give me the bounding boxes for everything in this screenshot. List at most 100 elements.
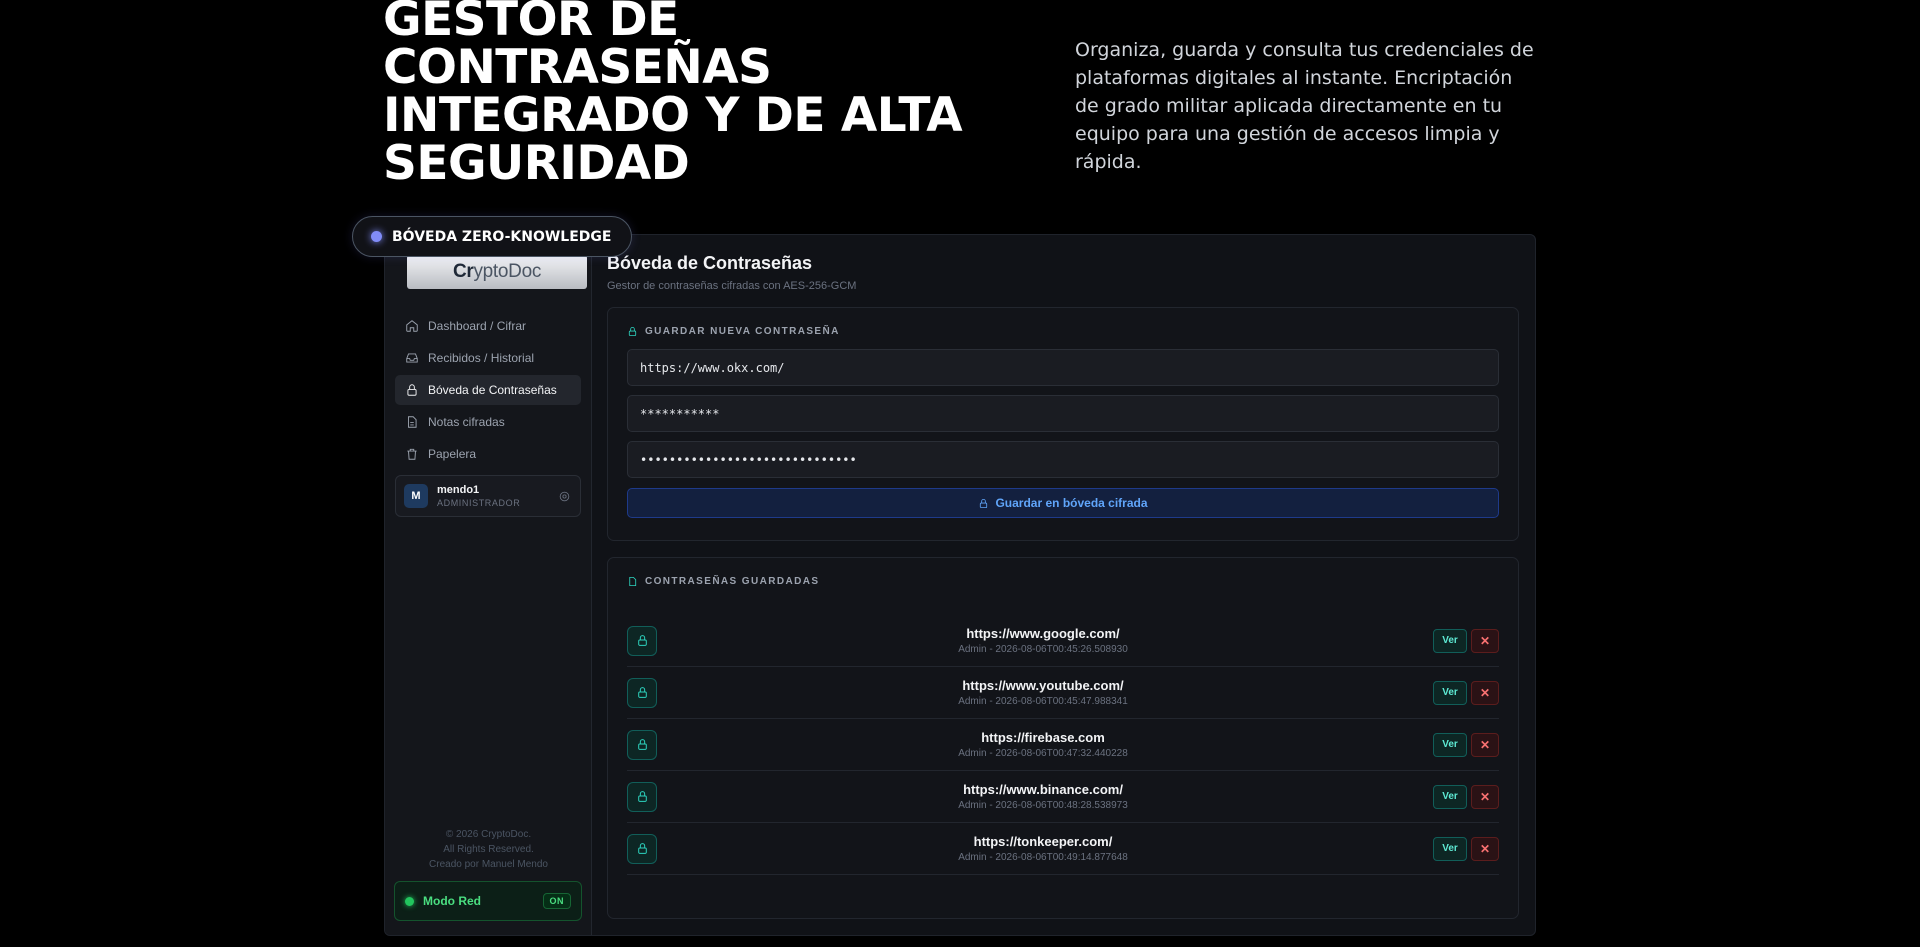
copyright: © 2026 CryptoDoc. All Rights Reserved. C… xyxy=(385,827,592,872)
home-icon xyxy=(406,320,418,332)
trash-icon xyxy=(407,448,417,460)
lock-icon xyxy=(627,833,657,864)
zero-knowledge-badge: BÓVEDA ZERO-KNOWLEDGE xyxy=(352,216,633,257)
entry-text: https://www.youtube.com/ Admin - 2026-08… xyxy=(667,678,1419,707)
copyright-line: All Rights Reserved. xyxy=(443,844,534,855)
settings-icon[interactable] xyxy=(558,490,571,503)
user-info: mendo1 ADMINISTRADOR xyxy=(437,484,520,508)
hero-title: GESTOR DE CONTRASEÑAS INTEGRADO Y DE ALT… xyxy=(383,0,1003,188)
new-password-heading: GUARDAR NUEVA CONTRASEÑA xyxy=(627,326,1499,337)
entry-actions: Ver ✕ xyxy=(1433,732,1499,757)
user-card[interactable]: M mendo1 ADMINISTRADOR xyxy=(395,475,581,517)
inbox-icon xyxy=(406,353,418,363)
avatar: M xyxy=(404,484,428,508)
entry-actions: Ver ✕ xyxy=(1433,628,1499,653)
hero-description: Organiza, guarda y consulta tus credenci… xyxy=(1075,39,1534,173)
password-input[interactable]: •••••••••••••••••••••••••••••• xyxy=(627,441,1499,478)
sidebar-item-vault[interactable]: Bóveda de Contraseñas xyxy=(395,375,581,405)
view-button[interactable]: Ver xyxy=(1433,836,1467,861)
new-password-card: GUARDAR NUEVA CONTRASEÑA https://www.okx… xyxy=(607,307,1519,541)
copyright-line: © 2026 CryptoDoc. xyxy=(445,829,532,840)
lock-icon xyxy=(627,677,657,708)
entry-meta: Admin - 2026-08-06T00:45:26.508930 xyxy=(958,644,1128,655)
entry-url: https://firebase.com xyxy=(981,730,1105,745)
section-heading-label: GUARDAR NUEVA CONTRASEÑA xyxy=(645,326,840,337)
delete-button[interactable]: ✕ xyxy=(1471,784,1499,809)
copyright-line: Creado por Manuel Mendo xyxy=(429,859,548,870)
entry-actions: Ver ✕ xyxy=(1433,784,1499,809)
lock-icon xyxy=(627,729,657,760)
hero-title-line: INTEGRADO Y DE ALTA xyxy=(383,88,963,143)
list-item: https://firebase.com Admin - 2026-08-06T… xyxy=(627,719,1499,771)
entry-url: https://www.google.com/ xyxy=(966,626,1120,641)
logo-rest: yptoDoc xyxy=(473,261,542,282)
saved-passwords-list: https://www.google.com/ Admin - 2026-08-… xyxy=(627,615,1499,875)
list-item: https://www.binance.com/ Admin - 2026-08… xyxy=(627,771,1499,823)
entry-meta: Admin - 2026-08-06T00:45:47.988341 xyxy=(958,696,1128,707)
view-button[interactable]: Ver xyxy=(1433,732,1467,757)
saved-passwords-heading: CONTRASEÑAS GUARDADAS xyxy=(627,576,1499,587)
save-vault-label: Guardar en bóveda cifrada xyxy=(995,496,1148,510)
cryptodoc-logo[interactable]: Cr yptoDoc xyxy=(407,255,587,289)
list-item: https://www.youtube.com/ Admin - 2026-08… xyxy=(627,667,1499,719)
entry-text: https://www.binance.com/ Admin - 2026-08… xyxy=(667,782,1419,811)
lock-icon xyxy=(628,326,637,337)
delete-button[interactable]: ✕ xyxy=(1471,836,1499,861)
sidebar-item-label: Dashboard / Cifrar xyxy=(428,319,527,333)
view-button[interactable]: Ver xyxy=(1433,680,1467,705)
delete-button[interactable]: ✕ xyxy=(1471,732,1499,757)
user-role: ADMINISTRADOR xyxy=(437,498,521,508)
list-item: https://www.google.com/ Admin - 2026-08-… xyxy=(627,615,1499,667)
lock-icon xyxy=(980,498,988,508)
entry-text: https://tonkeeper.com/ Admin - 2026-08-0… xyxy=(667,834,1419,863)
site-url-input[interactable]: https://www.okx.com/ xyxy=(627,349,1499,386)
list-item: https://tonkeeper.com/ Admin - 2026-08-0… xyxy=(627,823,1499,875)
save-vault-button[interactable]: Guardar en bóveda cifrada xyxy=(627,488,1499,518)
lock-icon xyxy=(627,781,657,812)
hero-title-line: SEGURIDAD xyxy=(383,136,690,191)
network-mode-label: Modo Red xyxy=(423,894,481,908)
hero-title-line: CONTRASEÑAS xyxy=(383,40,772,95)
app-window: Cr yptoDoc Dashboard / Cifrar Recibidos /… xyxy=(384,234,1536,936)
sidebar-item-label: Papelera xyxy=(428,447,477,461)
sidebar-item-trash[interactable]: Papelera xyxy=(395,439,581,469)
sidebar-item-label: Bóveda de Contraseñas xyxy=(428,383,557,397)
sidebar: Cr yptoDoc Dashboard / Cifrar Recibidos /… xyxy=(385,235,592,935)
sidebar-item-notes[interactable]: Notas cifradas xyxy=(395,407,581,437)
sidebar-nav: Dashboard / Cifrar Recibidos / Historial… xyxy=(395,311,581,517)
entry-url: https://www.binance.com/ xyxy=(963,782,1123,797)
entry-actions: Ver ✕ xyxy=(1433,680,1499,705)
document-icon xyxy=(408,416,417,428)
document-icon xyxy=(629,576,637,587)
network-mode-state: ON xyxy=(542,893,571,909)
entry-url: https://tonkeeper.com/ xyxy=(973,834,1113,849)
sidebar-item-received[interactable]: Recibidos / Historial xyxy=(395,343,581,373)
entry-actions: Ver ✕ xyxy=(1433,836,1499,861)
badge-label: BÓVEDA ZERO-KNOWLEDGE xyxy=(392,228,612,245)
sidebar-item-label: Notas cifradas xyxy=(428,415,505,429)
delete-button[interactable]: ✕ xyxy=(1471,628,1499,653)
logo-bold: Cr xyxy=(452,261,474,282)
lock-icon xyxy=(407,384,417,396)
lock-icon xyxy=(627,625,657,656)
entry-meta: Admin - 2026-08-06T00:48:28.538973 xyxy=(958,800,1128,811)
username-input[interactable]: *********** xyxy=(627,395,1499,432)
entry-url: https://www.youtube.com/ xyxy=(962,678,1124,693)
delete-button[interactable]: ✕ xyxy=(1471,680,1499,705)
sidebar-item-dashboard[interactable]: Dashboard / Cifrar xyxy=(395,311,581,341)
section-heading-label: CONTRASEÑAS GUARDADAS xyxy=(645,576,820,587)
main-content: Bóveda de Contraseñas Gestor de contrase… xyxy=(592,235,1535,935)
view-button[interactable]: Ver xyxy=(1433,784,1467,809)
user-name: mendo1 xyxy=(437,484,480,496)
entry-text: https://firebase.com Admin - 2026-08-06T… xyxy=(667,730,1419,759)
network-mode-toggle[interactable]: Modo Red ON xyxy=(394,881,582,921)
badge-dot-icon xyxy=(371,231,382,242)
page-subtitle: Gestor de contraseñas cifradas con AES-2… xyxy=(607,280,857,292)
entry-meta: Admin - 2026-08-06T00:49:14.877648 xyxy=(958,852,1128,863)
entry-text: https://www.google.com/ Admin - 2026-08-… xyxy=(667,626,1419,655)
page-title: Bóveda de Contraseñas xyxy=(607,253,813,273)
view-button[interactable]: Ver xyxy=(1433,628,1467,653)
saved-passwords-card: CONTRASEÑAS GUARDADAS https://www.google… xyxy=(607,557,1519,919)
entry-meta: Admin - 2026-08-06T00:47:32.440228 xyxy=(958,748,1128,759)
sidebar-item-label: Recibidos / Historial xyxy=(428,351,535,365)
